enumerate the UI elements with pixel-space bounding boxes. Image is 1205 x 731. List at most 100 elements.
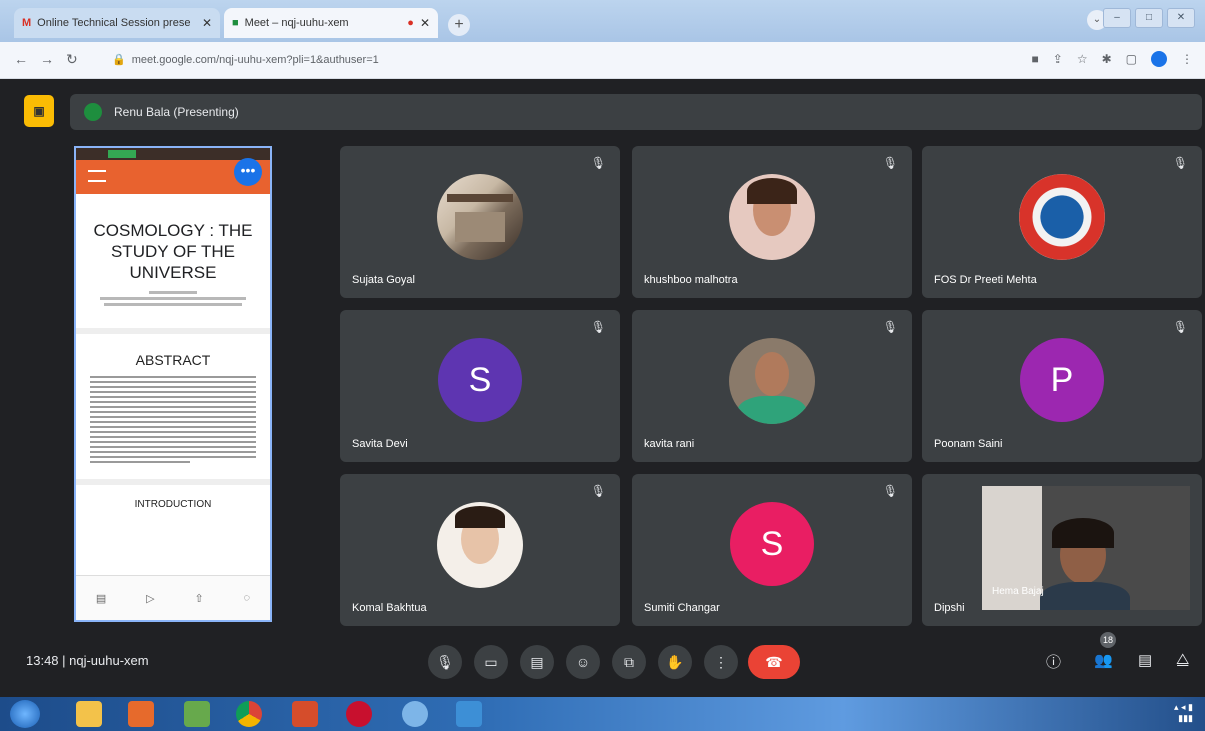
- media-player-icon[interactable]: [128, 701, 154, 727]
- back-icon[interactable]: ←: [14, 51, 28, 67]
- close-icon[interactable]: ✕: [420, 16, 430, 30]
- camera-icon[interactable]: ■: [1032, 52, 1039, 66]
- participant-tile[interactable]: S 🎙 Savita Devi: [340, 310, 620, 462]
- chrome-icon[interactable]: [236, 701, 262, 727]
- video-icon: ▭: [484, 654, 498, 670]
- tab-meet[interactable]: ■ Meet – nqj-uuhu-xem ● ✕: [224, 8, 438, 38]
- chat-icon[interactable]: ▤: [1138, 651, 1152, 669]
- participant-avatar: S: [730, 502, 814, 586]
- gmail-icon: M: [22, 17, 32, 29]
- mic-muted-icon: 🎙: [882, 156, 898, 170]
- activities-icon[interactable]: ⧋: [1176, 651, 1189, 668]
- start-button[interactable]: [10, 700, 40, 728]
- participant-tile[interactable]: 🎙 khushboo malhotra: [632, 146, 912, 298]
- profile-avatar[interactable]: [1151, 51, 1167, 67]
- participant-count-badge: 18: [1100, 632, 1116, 648]
- participant-avatar: [729, 338, 815, 424]
- close-window-icon[interactable]: ✕: [1167, 8, 1195, 28]
- participant-avatar: P: [1020, 338, 1104, 422]
- mic-muted-icon: 🎙: [882, 484, 898, 498]
- app-icon[interactable]: [184, 701, 210, 727]
- participant-tile[interactable]: P 🎙 Poonam Saini: [922, 310, 1202, 462]
- participant-tile[interactable]: 🎙 Komal Bakhtua: [340, 474, 620, 626]
- hamburger-icon: [88, 170, 106, 182]
- document-title: COSMOLOGY : THE STUDY OF THE UNIVERSE: [93, 221, 253, 282]
- presenter-avatar: [84, 103, 102, 121]
- browser-toolbar: ← → ↻ 🔒 meet.google.com/nqj-uuhu-xem?pli=…: [0, 42, 1205, 79]
- participant-tile[interactable]: 🎙 kavita rani: [632, 310, 912, 462]
- url-text: meet.google.com/nqj-uuhu-xem?pli=1&authu…: [131, 54, 379, 66]
- participant-name: Poonam Saini: [934, 438, 1003, 450]
- powerpoint-icon[interactable]: [292, 701, 318, 727]
- participant-avatar: [729, 174, 815, 260]
- present-button[interactable]: ⧉: [612, 645, 646, 679]
- mic-muted-icon: 🎙: [590, 156, 606, 170]
- participant-tile[interactable]: 🎙 FOS Dr Preeti Mehta: [922, 146, 1202, 298]
- file-explorer-icon[interactable]: [76, 701, 102, 727]
- abstract-heading: ABSTRACT: [76, 328, 270, 368]
- menu-icon[interactable]: ⋮: [1181, 52, 1193, 66]
- camera-button[interactable]: ▭: [474, 645, 508, 679]
- abstract-text: [90, 376, 256, 463]
- people-icon[interactable]: 👥: [1094, 651, 1113, 669]
- participant-avatar: [1019, 174, 1105, 260]
- shared-screen: ••• COSMOLOGY : THE STUDY OF THE UNIVERS…: [74, 146, 272, 622]
- tab-online-session[interactable]: M Online Technical Session prese ✕: [14, 8, 220, 38]
- participant-avatar: [437, 174, 523, 260]
- reading-list-icon[interactable]: ▢: [1126, 52, 1137, 66]
- play-icon: ▷: [146, 592, 155, 605]
- extensions-icon[interactable]: ✱: [1102, 52, 1112, 66]
- more-options-icon[interactable]: •••: [234, 158, 262, 186]
- document-authors: [92, 291, 254, 306]
- hand-icon: ✋: [666, 654, 684, 670]
- app-icon[interactable]: [456, 701, 482, 727]
- end-call-button[interactable]: ☎: [748, 645, 800, 679]
- tab-label: Online Technical Session prese: [37, 17, 191, 29]
- tab-label: Meet – nqj-uuhu-xem: [244, 17, 349, 29]
- info-icon[interactable]: ⓘ: [1046, 651, 1061, 672]
- close-icon[interactable]: ✕: [202, 16, 212, 30]
- mic-button[interactable]: 🎙: [428, 645, 462, 679]
- mic-muted-icon: 🎙: [1172, 320, 1188, 334]
- participant-name: Dipshi: [934, 602, 965, 614]
- lock-icon: 🔒: [112, 54, 126, 66]
- share-icon[interactable]: ⇪: [1053, 52, 1063, 66]
- participant-avatar: [437, 502, 523, 588]
- forward-icon[interactable]: →: [40, 51, 54, 67]
- more-options-button[interactable]: ⋮: [704, 645, 738, 679]
- windows-taskbar: [0, 697, 1205, 731]
- mic-muted-icon: 🎙: [1172, 156, 1188, 170]
- reload-icon[interactable]: ↻: [66, 51, 78, 68]
- mic-muted-icon: 🎙: [882, 320, 898, 334]
- meet-logo-icon: ▣: [24, 95, 54, 127]
- app-icon[interactable]: [402, 701, 428, 727]
- mic-muted-icon: 🎙: [590, 484, 606, 498]
- phone-bottom-bar: ▤ ▷ ⇧ ◌: [76, 575, 270, 620]
- window-controls: – □ ✕: [1103, 8, 1195, 28]
- microphone-icon: 🎙: [436, 654, 454, 670]
- emoji-button[interactable]: ☺: [566, 645, 600, 679]
- phone-app-bar: •••: [76, 158, 270, 194]
- opera-icon[interactable]: [346, 701, 372, 727]
- participant-name: Sujata Goyal: [352, 274, 415, 286]
- maximize-icon[interactable]: □: [1135, 8, 1163, 28]
- address-bar[interactable]: 🔒 meet.google.com/nqj-uuhu-xem?pli=1&auth…: [112, 49, 992, 71]
- system-tray: ▴ ◂ ▮ ▮▮▮: [1174, 702, 1193, 723]
- star-icon[interactable]: ☆: [1077, 52, 1088, 66]
- new-tab-button[interactable]: +: [448, 14, 470, 36]
- participant-name: kavita rani: [644, 438, 695, 450]
- participant-tile[interactable]: 🎙 Sujata Goyal: [340, 146, 620, 298]
- introduction-heading: INTRODUCTION: [76, 479, 270, 510]
- participant-avatar: S: [438, 338, 522, 422]
- raise-hand-button[interactable]: ✋: [658, 645, 692, 679]
- minimize-icon[interactable]: –: [1103, 8, 1131, 28]
- recording-dot-icon: ●: [407, 17, 414, 29]
- participant-tile[interactable]: S 🎙 Sumiti Changar: [632, 474, 912, 626]
- self-view-video[interactable]: Hema Bajaj: [982, 486, 1190, 610]
- captions-button[interactable]: ▤: [520, 645, 554, 679]
- participant-name: khushboo malhotra: [644, 274, 738, 286]
- participant-name: Savita Devi: [352, 438, 408, 450]
- presenter-bar: Renu Bala (Presenting): [70, 94, 1202, 130]
- captions-icon: ▤: [530, 654, 544, 670]
- browser-tab-bar: M Online Technical Session prese ✕ ■ Mee…: [0, 0, 1205, 42]
